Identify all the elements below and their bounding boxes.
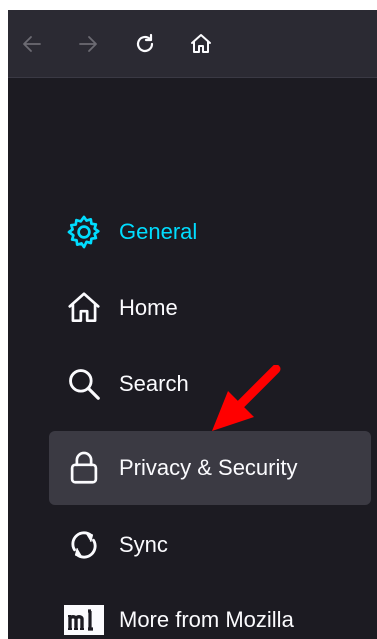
category-label: Privacy & Security [119,455,298,480]
category-label: Sync [119,532,168,557]
reload-icon [136,33,154,53]
home-button[interactable] [185,28,217,60]
forward-button[interactable] [72,28,104,60]
reload-button[interactable] [129,28,161,60]
search-icon [64,364,104,404]
lock-icon [64,448,104,488]
sync-icon [64,525,104,565]
home-icon [64,288,104,328]
category-label: Home [119,295,178,320]
home-icon [191,34,211,53]
category-general[interactable]: General [49,195,371,269]
category-sync[interactable]: Sync [49,508,371,582]
category-label: Search [119,371,189,396]
category-home[interactable]: Home [49,271,371,345]
category-more-from-mozilla[interactable]: More from Mozilla [49,583,371,639]
navigation-toolbar [8,10,377,78]
preferences-window: General Home Search Privacy & Security S… [8,10,377,639]
mozilla-m-icon [64,600,104,639]
category-label: More from Mozilla [119,607,294,632]
category-label: General [119,219,198,244]
red-arrow-icon [212,365,281,431]
back-arrow-icon [23,36,41,52]
forward-arrow-icon [79,36,97,52]
back-button[interactable] [16,28,48,60]
gear-icon [64,212,104,252]
